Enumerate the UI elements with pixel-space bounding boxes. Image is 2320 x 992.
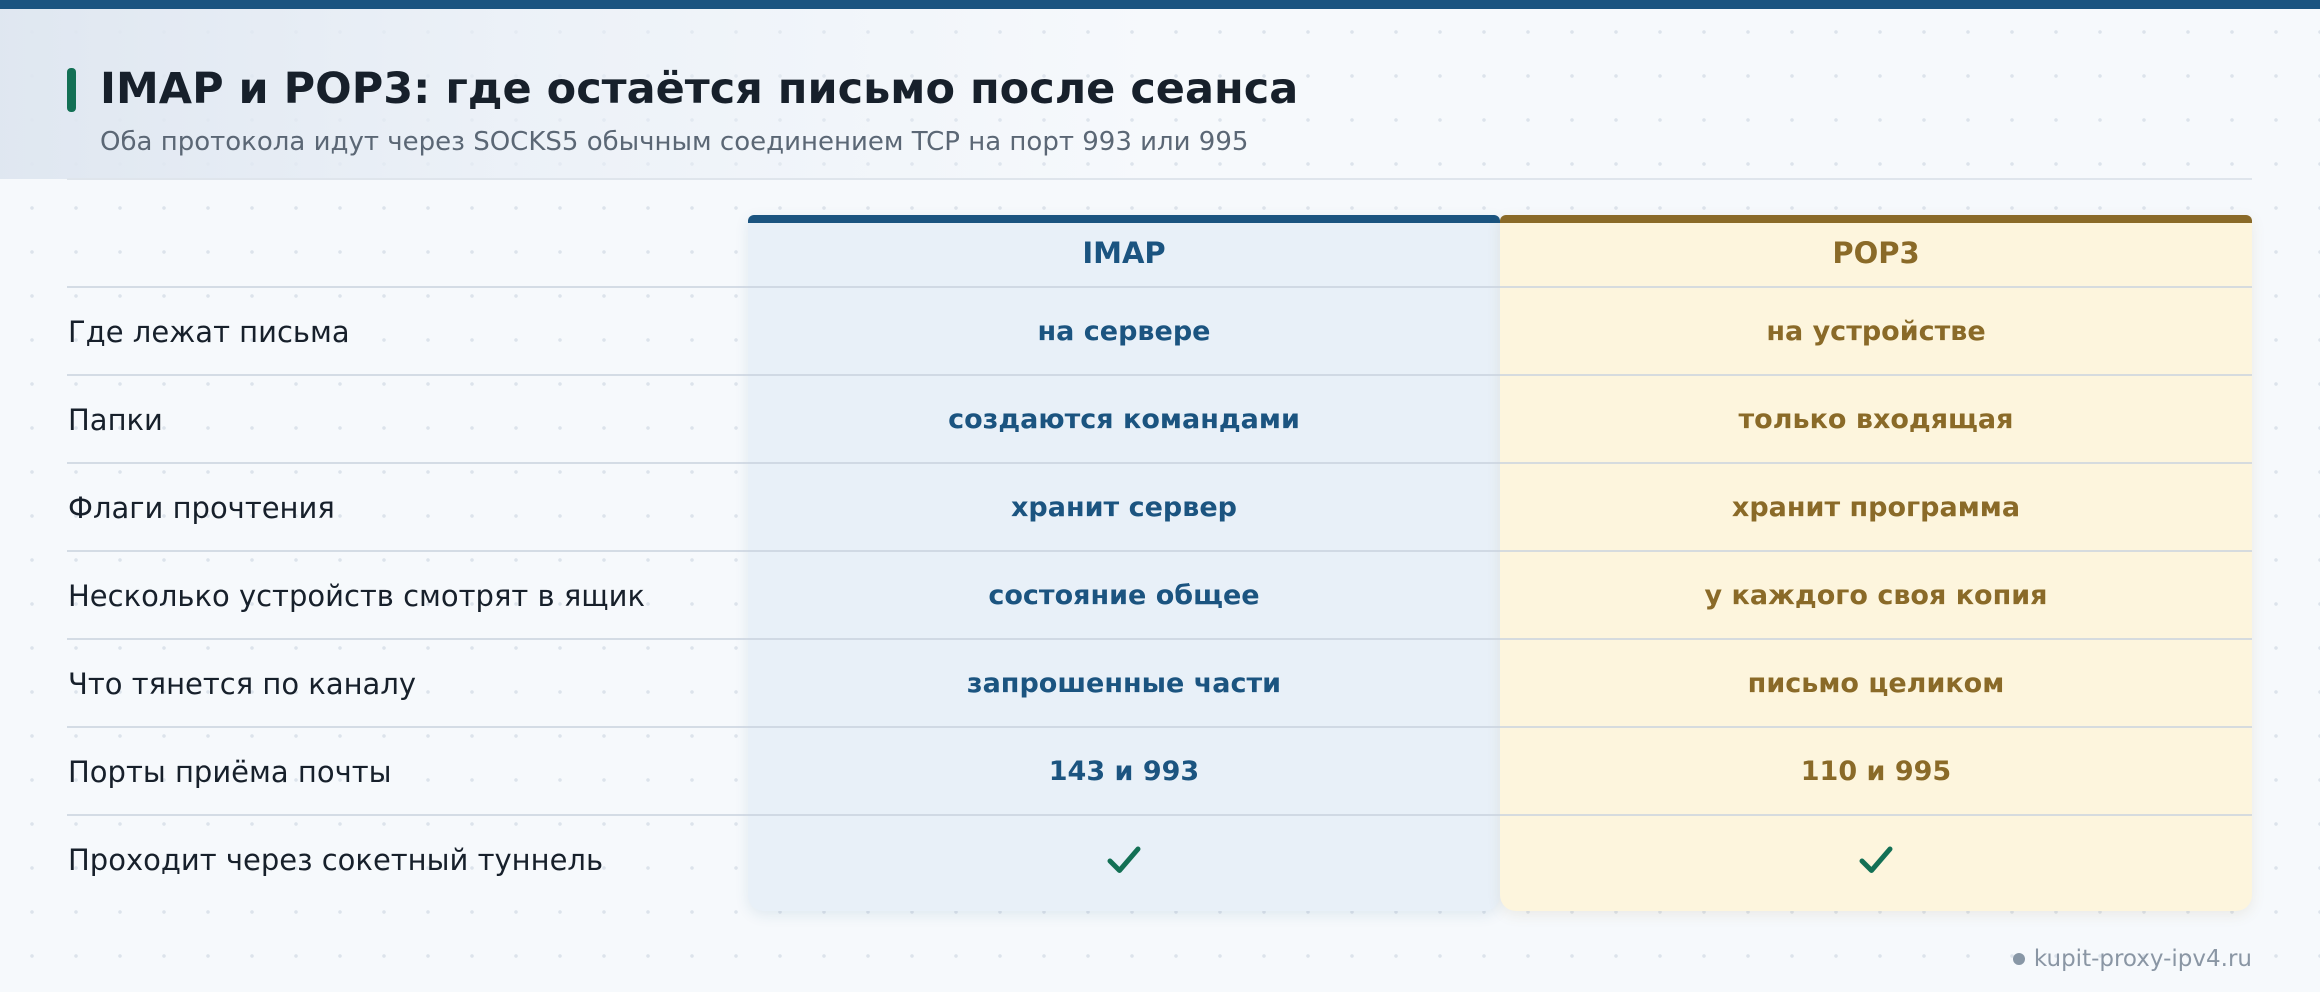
pop3-cell: на устройстве bbox=[1766, 316, 1986, 347]
row-label: Несколько устройств смотрят в ящик bbox=[68, 579, 645, 613]
imap-column-header: IMAP bbox=[1082, 236, 1166, 270]
header-divider bbox=[67, 178, 2252, 180]
imap-cell: на сервере bbox=[1037, 316, 1211, 347]
footer-dot-icon bbox=[2013, 953, 2025, 965]
row-label: Что тянется по каналу bbox=[68, 667, 417, 701]
row-label: Где лежат письма bbox=[68, 315, 350, 349]
pop3-cell: письмо целиком bbox=[1747, 668, 2005, 699]
page-title: IMAP и POP3: где остаётся письмо после с… bbox=[100, 64, 1299, 114]
pop3-cell: у каждого своя копия bbox=[1704, 580, 2048, 611]
imap-cell: состояние общее bbox=[988, 580, 1260, 611]
pop3-cell: только входящая bbox=[1738, 404, 2014, 435]
pop3-checkmark-icon bbox=[1500, 816, 2252, 904]
row-label: Проходит через сокетный туннель bbox=[68, 843, 604, 877]
imap-checkmark-icon bbox=[748, 816, 1500, 904]
imap-cell: запрошенные части bbox=[966, 668, 1282, 699]
imap-cell: хранит сервер bbox=[1011, 492, 1237, 523]
title-accent-bar bbox=[67, 68, 76, 112]
pop3-cell: 110 и 995 bbox=[1800, 756, 1952, 787]
top-accent-bar bbox=[0, 0, 2320, 9]
row-label: Папки bbox=[68, 403, 163, 437]
pop3-cell: хранит программа bbox=[1731, 492, 2021, 523]
page-subtitle: Оба протокола идут через SOCKS5 обычным … bbox=[100, 127, 1249, 157]
pop3-column-header: POP3 bbox=[1832, 236, 1920, 270]
row-label: Флаги прочтения bbox=[68, 491, 335, 525]
footer-site: kupit-proxy-ipv4.ru bbox=[2033, 946, 2252, 972]
imap-cell: создаются командами bbox=[948, 404, 1300, 435]
row-label: Порты приёма почты bbox=[68, 755, 392, 789]
imap-cell: 143 и 993 bbox=[1048, 756, 1200, 787]
